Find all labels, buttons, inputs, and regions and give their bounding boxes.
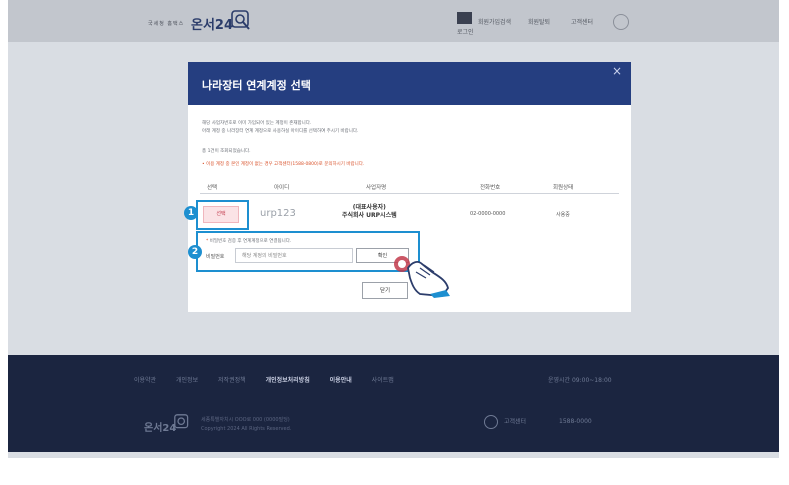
link-support[interactable]: 고객센터 bbox=[571, 17, 593, 26]
step-badge-2: 2 bbox=[188, 245, 202, 259]
copyright-line: Copyright 2024 All Rights Reserved. bbox=[201, 426, 292, 432]
biz-company: 주식회사 URP시스템 bbox=[342, 212, 397, 219]
dialog-header: 나라장터 연계계정 선택 × bbox=[188, 62, 631, 105]
magnifier-logo-icon bbox=[174, 414, 189, 429]
phone-number: 02-0000-0000 bbox=[470, 211, 506, 217]
footer-call: 고객센터 bbox=[484, 415, 526, 429]
footer-phone: 1588-0000 bbox=[559, 418, 592, 425]
footer-link-privacy[interactable]: 개인정보처리방침 bbox=[266, 377, 310, 384]
member-status: 사용중 bbox=[556, 212, 570, 218]
col-header-select: 선택 bbox=[207, 185, 218, 191]
brand-logo[interactable]: 온서24 bbox=[191, 14, 233, 33]
footer-link[interactable]: 이용약관 bbox=[134, 377, 156, 384]
biz-role: (대표사용자) bbox=[352, 204, 386, 211]
password-input[interactable]: 해당 계정의 비밀번호 bbox=[235, 248, 353, 263]
col-header-biz: 사업자명 bbox=[366, 185, 387, 191]
nav-login[interactable]: 로그인 bbox=[457, 27, 474, 36]
footer-link[interactable]: 개인정보 bbox=[176, 377, 198, 384]
footer bbox=[8, 355, 779, 452]
dialog-title: 나라장터 연계계정 선택 bbox=[202, 79, 311, 92]
col-header-status: 회원상태 bbox=[553, 185, 574, 191]
table-header-divider bbox=[200, 193, 619, 194]
call-label: 고객센터 bbox=[504, 418, 527, 426]
select-button[interactable]: 선택 bbox=[203, 206, 239, 223]
footer-links: 이용약관 개인정보 저작권정책 개인정보처리방침 이용안내 사이트맵 bbox=[134, 375, 412, 384]
col-header-id: 아이디 bbox=[274, 185, 290, 191]
password-label: 비밀번호 bbox=[206, 254, 225, 260]
dialog-description: 아래 계정 중 나라장터 연계 계정으로 사용하실 아이디를 선택하여 주시기 … bbox=[202, 129, 359, 134]
login-icon[interactable] bbox=[457, 12, 472, 24]
address-line: 세종특별자치시 OOO로 000 (0000빌딩) bbox=[201, 417, 290, 423]
account-id: urp123 bbox=[260, 208, 296, 219]
magnifier-logo-icon bbox=[231, 10, 250, 30]
auth-note-text: 비밀번호 검증 후 연계계정으로 연결됩니다. bbox=[209, 239, 292, 244]
footer-hours: 운영시간 09:00~18:00 bbox=[548, 377, 612, 384]
notice-text: • 이용 계정 중 본인 계정이 없는 경우 고객센터(1588-0800)로 … bbox=[202, 162, 365, 167]
auth-note: * 비밀번호 검증 후 연계계정으로 연결됩니다. bbox=[206, 238, 291, 244]
gear-icon[interactable] bbox=[613, 14, 629, 30]
footer-logo: 온서24 bbox=[144, 423, 177, 434]
footer-link[interactable]: 사이트맵 bbox=[372, 377, 394, 384]
phone-icon bbox=[484, 415, 498, 429]
step-badge-1: 1 bbox=[184, 206, 198, 220]
required-mark: * bbox=[206, 239, 209, 244]
footer-link[interactable]: 저작권정책 bbox=[218, 377, 246, 384]
nav-join[interactable]: 회원가입 bbox=[478, 17, 500, 26]
footer-address: 세종특별자치시 OOO로 000 (0000빌딩) Copyright 2024… bbox=[201, 416, 291, 434]
business-name: (대표사용자) 주식회사 URP시스템 bbox=[342, 204, 397, 220]
link-withdraw[interactable]: 회원탈퇴 bbox=[528, 17, 550, 26]
col-header-phone: 전화번호 bbox=[480, 185, 501, 191]
footer-link[interactable]: 이용안내 bbox=[330, 377, 352, 384]
header-bar: 국세청 홈택스 온서24 로그인 회원가입 검색 회원탈퇴 고객센터 bbox=[8, 0, 779, 42]
result-count: 총 1건이 조회되었습니다. bbox=[202, 149, 251, 154]
dialog-description: 해당 사업자번호로 이미 가입되어 있는 계정이 존재합니다. bbox=[202, 121, 312, 126]
pointing-hand-icon bbox=[394, 256, 450, 298]
nav-search[interactable]: 검색 bbox=[500, 17, 511, 26]
brand-subtitle: 국세청 홈택스 bbox=[148, 21, 185, 27]
close-icon[interactable]: × bbox=[612, 64, 622, 78]
